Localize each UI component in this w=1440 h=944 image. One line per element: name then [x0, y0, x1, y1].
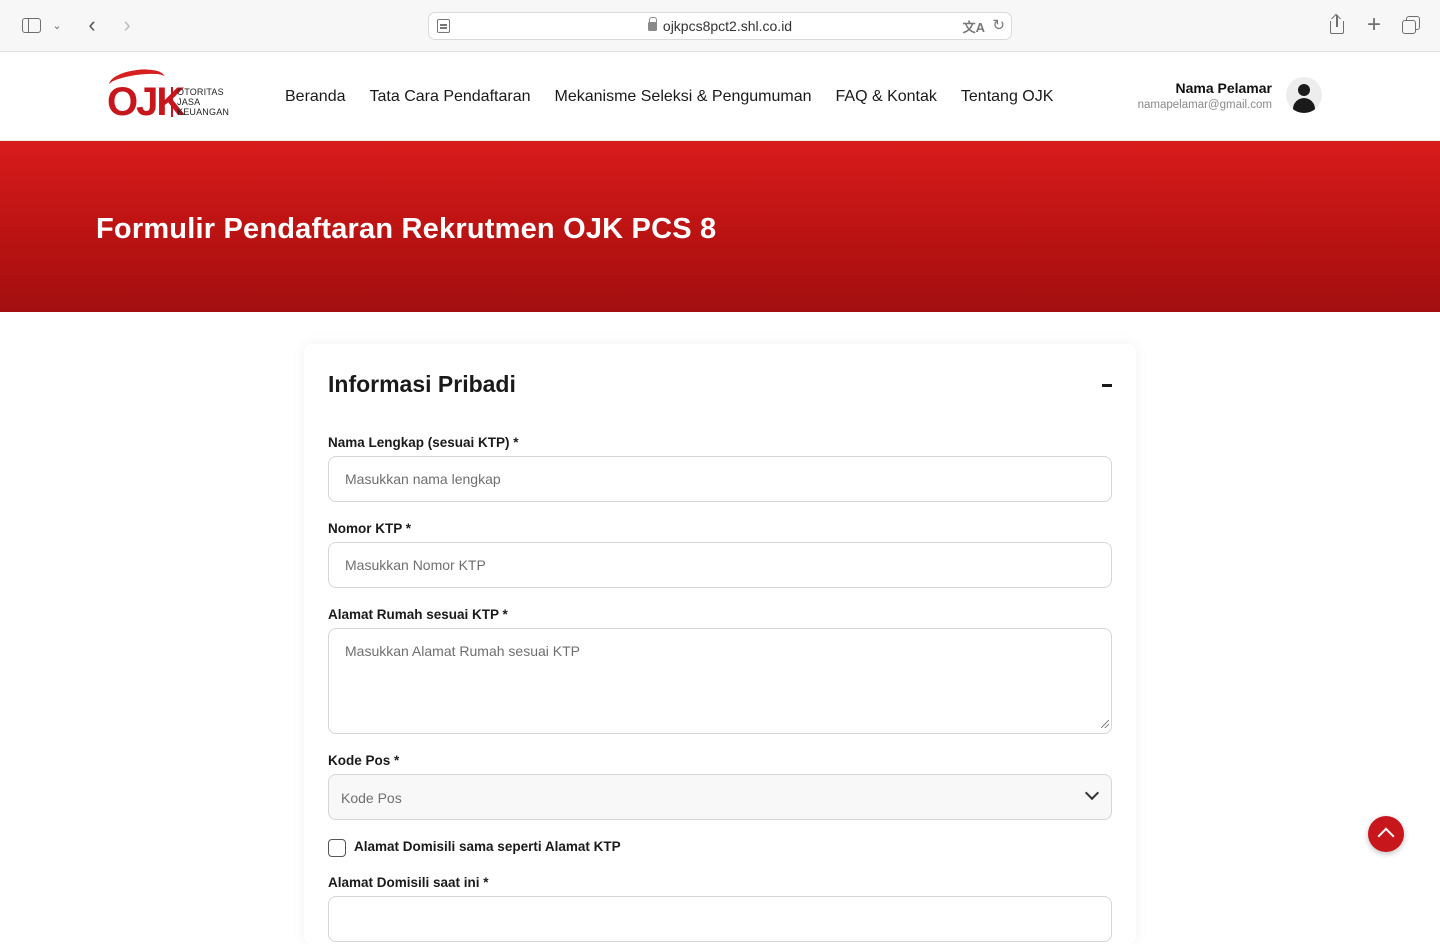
form-card: Informasi Pribadi Nama Lengkap (sesuai K… [304, 344, 1136, 944]
page-title: Formulir Pendaftaran Rekrutmen OJK PCS 8 [96, 213, 717, 245]
kodepos-label: Kode Pos * [328, 753, 400, 768]
plus-icon[interactable]: + [1364, 11, 1384, 38]
lock-icon [647, 17, 658, 31]
address-bar[interactable]: ojkpcs8pct2.shl.co.id 文A ↻ [428, 12, 1012, 40]
chevron-down-icon[interactable]: ⌄ [50, 17, 64, 33]
alamat-label: Alamat Rumah sesuai KTP * [328, 607, 508, 622]
nav-faq-kontak[interactable]: FAQ & Kontak [836, 88, 937, 106]
nav-beranda[interactable]: Beranda [285, 88, 346, 106]
logo-text: OTORITAS JASA KEUANGAN [177, 87, 229, 117]
ktp-input[interactable] [328, 542, 1112, 588]
alamat-textarea[interactable] [328, 628, 1112, 734]
ktp-label: Nomor KTP * [328, 521, 412, 536]
kodepos-selected: Kode Pos [341, 790, 402, 806]
site-header: OJK OTORITAS JASA KEUANGAN Beranda Tata … [0, 53, 1440, 141]
nama-label: Nama Lengkap (sesuai KTP) * [328, 435, 519, 450]
url-value: ojkpcs8pct2.shl.co.id [662, 18, 793, 34]
logo-line-3: KEUANGAN [177, 107, 230, 117]
chevron-down-icon [1084, 785, 1100, 801]
ojk-logo[interactable]: OJK OTORITAS JASA KEUANGAN [107, 66, 231, 122]
resize-handle-icon[interactable] [1101, 720, 1109, 728]
forward-icon[interactable]: › [117, 12, 137, 37]
section-title: Informasi Pribadi [328, 371, 516, 397]
hero-banner: Formulir Pendaftaran Rekrutmen OJK PCS 8 [0, 141, 1440, 312]
tabs-icon[interactable] [1402, 16, 1421, 35]
logo-line-2: JASA [177, 97, 201, 107]
nama-input[interactable] [328, 456, 1112, 502]
user-icon [1298, 84, 1310, 96]
user-info[interactable]: Nama Pelamar namapelamar@gmail.com [1138, 79, 1272, 111]
domisili-same-checkbox[interactable] [328, 839, 346, 857]
nav-mekanisme-seleksi[interactable]: Mekanisme Seleksi & Pengumuman [555, 88, 812, 106]
domisili-input[interactable] [328, 896, 1112, 942]
share-icon[interactable] [1328, 14, 1346, 36]
collapse-icon[interactable] [1102, 384, 1112, 387]
back-icon[interactable]: ‹ [82, 12, 102, 37]
kodepos-select[interactable]: Kode Pos [328, 774, 1112, 820]
logo-divider [171, 87, 173, 117]
main-nav: Beranda Tata Cara Pendaftaran Mekanisme … [285, 88, 1053, 106]
sidebar-icon[interactable] [20, 15, 42, 35]
avatar[interactable] [1286, 77, 1322, 113]
user-email: namapelamar@gmail.com [1137, 99, 1272, 111]
reload-icon[interactable]: ↻ [992, 16, 1005, 34]
nav-tata-cara-pendaftaran[interactable]: Tata Cara Pendaftaran [370, 88, 531, 106]
url-text[interactable]: ojkpcs8pct2.shl.co.id [429, 17, 1011, 34]
domisili-label: Alamat Domisili saat ini * [328, 875, 489, 890]
browser-toolbar: ⌄ ‹ › ojkpcs8pct2.shl.co.id 文A ↻ + [0, 0, 1440, 52]
translate-icon[interactable]: 文A [963, 17, 985, 36]
scroll-to-top-button[interactable] [1368, 816, 1404, 852]
domisili-same-label[interactable]: Alamat Domisili sama seperti Alamat KTP [354, 839, 621, 854]
nav-tentang-ojk[interactable]: Tentang OJK [961, 88, 1054, 106]
logo-line-1: OTORITAS [177, 87, 224, 97]
user-icon-body [1293, 98, 1315, 113]
user-name: Nama Pelamar [1175, 80, 1272, 96]
